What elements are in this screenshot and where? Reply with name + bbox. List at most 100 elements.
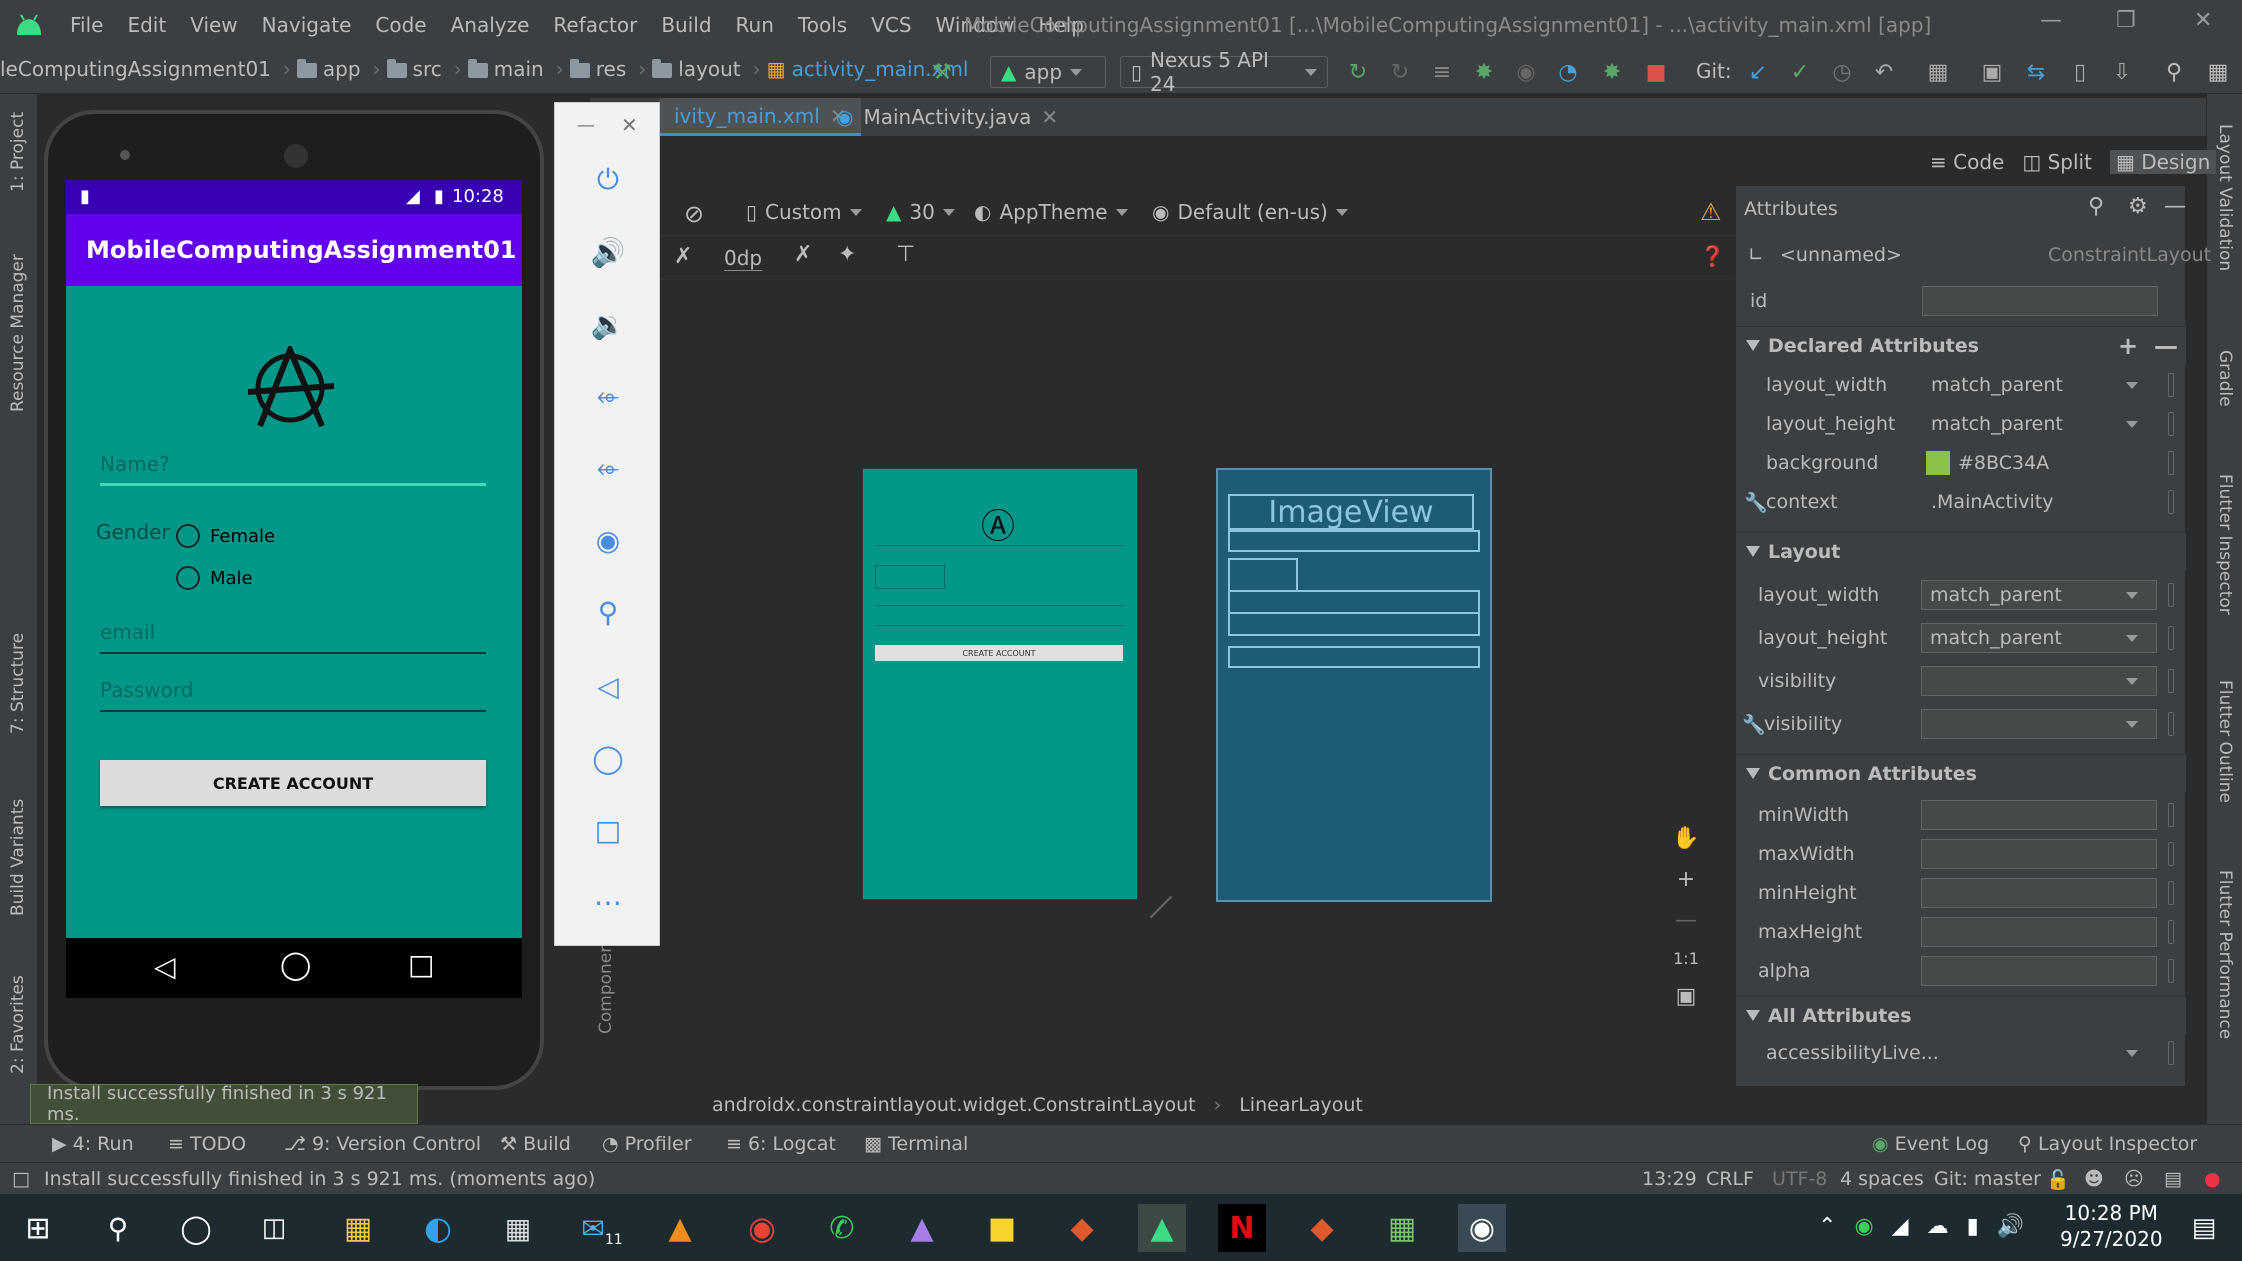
attr-value[interactable]: .MainActivity xyxy=(1931,491,2053,513)
breadcrumb-res[interactable]: res › xyxy=(569,57,653,81)
event-log-tool[interactable]: ◉ Event Log xyxy=(1872,1133,1989,1155)
home-icon[interactable]: ◯ xyxy=(280,948,311,981)
attr-value[interactable]: #8BC34A xyxy=(1958,452,2049,474)
whatsapp-icon[interactable]: ✆ xyxy=(818,1204,866,1252)
pin-icon[interactable] xyxy=(2168,881,2174,905)
password-input[interactable]: Password xyxy=(100,678,486,712)
section-all-attributes[interactable]: All Attributes xyxy=(1736,996,2186,1034)
git-update-icon[interactable]: ↙ xyxy=(1746,60,1770,85)
volume-down-icon[interactable]: 🔉 xyxy=(591,307,626,341)
tool-flutter-outline[interactable]: Flutter Outline xyxy=(2215,680,2235,803)
design-mode-button[interactable]: ▦ Design xyxy=(2109,150,2217,174)
dropdown-icon[interactable] xyxy=(2117,709,2147,739)
pan-icon[interactable]: ✋ xyxy=(1672,826,1699,851)
minheight-field[interactable] xyxy=(1921,878,2157,908)
profile-icon[interactable]: ◔ xyxy=(1556,60,1580,85)
minwidth-field[interactable] xyxy=(1921,800,2157,830)
pin-icon[interactable] xyxy=(2168,451,2174,475)
email-input[interactable]: email xyxy=(100,620,486,654)
tool-project[interactable]: 1: Project xyxy=(8,112,28,192)
build-tool[interactable]: ⚒ Build xyxy=(500,1133,571,1155)
menu-file[interactable]: File xyxy=(58,10,115,40)
male-radio[interactable]: Male xyxy=(176,566,253,590)
menu-analyze[interactable]: Analyze xyxy=(439,10,542,40)
cloud-icon[interactable]: ☁ xyxy=(1927,1214,1949,1239)
coverage-icon[interactable]: ≡ xyxy=(1430,60,1454,85)
power-icon[interactable]: ⏻ xyxy=(591,163,625,197)
section-declared-attributes[interactable]: Declared Attributes + — xyxy=(1736,326,2186,364)
breadcrumb-src[interactable]: src › xyxy=(386,57,468,81)
battery-tray-icon[interactable]: ▮ xyxy=(1967,1214,1979,1239)
pin-icon[interactable] xyxy=(2168,373,2174,397)
git-branch[interactable]: Git: master xyxy=(1934,1168,2041,1190)
tab-main-activity[interactable]: ◉ MainActivity.java ✕ xyxy=(822,98,1072,136)
tool-layout-validation[interactable]: Layout Validation xyxy=(2215,124,2235,271)
mail-icon[interactable]: ✉ 11 xyxy=(578,1204,626,1252)
pin-icon[interactable] xyxy=(2168,626,2174,650)
search-icon[interactable]: ⚲ xyxy=(94,1204,142,1252)
attach-process-icon[interactable]: ✸ xyxy=(1600,60,1624,85)
menu-tools[interactable]: Tools xyxy=(786,10,859,40)
dropdown-icon[interactable] xyxy=(2117,623,2147,653)
zoom-icon[interactable]: ⚲ xyxy=(591,595,625,629)
minimize-emulator-icon[interactable]: — xyxy=(577,115,595,136)
feedback-face-icon[interactable]: ☹ xyxy=(2124,1168,2144,1190)
run-config-select[interactable]: ▲ app xyxy=(990,56,1106,88)
dropdown-icon[interactable] xyxy=(2117,409,2147,439)
attr-value[interactable]: match_parent xyxy=(1931,374,2063,396)
chevron-up-icon[interactable]: ⌃ xyxy=(1818,1214,1836,1239)
run-tool[interactable]: ▶ 4: Run xyxy=(52,1133,134,1155)
guidelines-icon[interactable]: ⊤ xyxy=(896,242,915,267)
tool-favorites[interactable]: 2: Favorites xyxy=(8,975,28,1074)
windows-start-icon[interactable]: ⊞ xyxy=(14,1204,62,1252)
autoconnect-icon[interactable]: ✗ xyxy=(674,244,692,269)
memory-icon[interactable]: ▤ xyxy=(2164,1168,2182,1190)
clear-constraints-icon[interactable]: ✗ xyxy=(794,242,812,267)
git-commit-icon[interactable]: ✓ xyxy=(1788,60,1812,85)
rotate-left-icon[interactable]: ⬰ xyxy=(591,379,625,413)
apply-code-changes-icon[interactable]: ↻ xyxy=(1388,60,1412,85)
plugin-icon[interactable]: ▦ xyxy=(2206,60,2230,85)
dropdown-icon[interactable] xyxy=(2117,370,2147,400)
menu-build[interactable]: Build xyxy=(649,10,723,40)
menu-view[interactable]: View xyxy=(178,10,249,40)
pin-icon[interactable] xyxy=(2168,583,2174,607)
zoom-fit-icon[interactable]: ▣ xyxy=(1676,984,1697,1009)
caret-position[interactable]: 13:29 xyxy=(1642,1168,1697,1190)
color-swatch[interactable] xyxy=(1926,451,1950,475)
git-tool-icon[interactable]: ◆ xyxy=(1058,1204,1106,1252)
warning-icon[interactable]: ⚠ xyxy=(1700,198,1722,226)
pin-icon[interactable] xyxy=(2168,842,2174,866)
breadcrumb-constraintlayout[interactable]: androidx.constraintlayout.widget.Constra… xyxy=(712,1094,1196,1116)
alpha-field[interactable] xyxy=(1921,956,2157,986)
pin-icon[interactable] xyxy=(2168,1041,2174,1065)
pin-icon[interactable] xyxy=(2168,959,2174,983)
error-indicator-icon[interactable]: ● xyxy=(2204,1168,2221,1190)
back-icon[interactable]: ◁ xyxy=(591,669,625,703)
dropdown-icon[interactable] xyxy=(2117,580,2147,610)
tool-build-variants[interactable]: Build Variants xyxy=(8,799,28,916)
infer-constraints-icon[interactable]: ✦ xyxy=(838,242,856,267)
pin-icon[interactable] xyxy=(2168,920,2174,944)
theme-dropdown[interactable]: ◐ AppTheme xyxy=(974,200,1128,224)
close-window-button[interactable]: ✕ xyxy=(2194,8,2212,33)
android-studio-taskbar-icon[interactable]: ▲ xyxy=(1138,1204,1186,1252)
section-common-attributes[interactable]: Common Attributes xyxy=(1736,754,2186,792)
menu-refactor[interactable]: Refactor xyxy=(541,10,649,40)
more-icon[interactable]: ⋯ xyxy=(591,885,625,919)
chrome-icon[interactable]: ◉ xyxy=(738,1204,786,1252)
remove-icon[interactable]: — xyxy=(2154,332,2178,360)
device-manager-icon[interactable]: ▯ xyxy=(2068,60,2092,85)
search-icon[interactable]: ⚲ xyxy=(2088,194,2104,219)
component-tree-tab[interactable]: Componen xyxy=(596,942,616,1034)
add-icon[interactable]: + xyxy=(2118,332,2138,360)
network-icon[interactable]: ◢ xyxy=(1892,1214,1909,1239)
minimize-panel-icon[interactable]: — xyxy=(2164,194,2186,219)
sdk-manager-icon[interactable]: ⇩ xyxy=(2110,60,2134,85)
version-control-tool[interactable]: ⎇ 9: Version Control xyxy=(284,1133,481,1155)
breadcrumb-linearlayout[interactable]: LinearLayout xyxy=(1239,1094,1363,1116)
rotate-right-icon[interactable]: ⬰ xyxy=(591,451,625,485)
emulator-taskbar-icon[interactable]: ◉ xyxy=(1458,1204,1506,1252)
pin-icon[interactable] xyxy=(2168,712,2174,736)
status-toggle-icon[interactable]: □ xyxy=(12,1168,30,1190)
